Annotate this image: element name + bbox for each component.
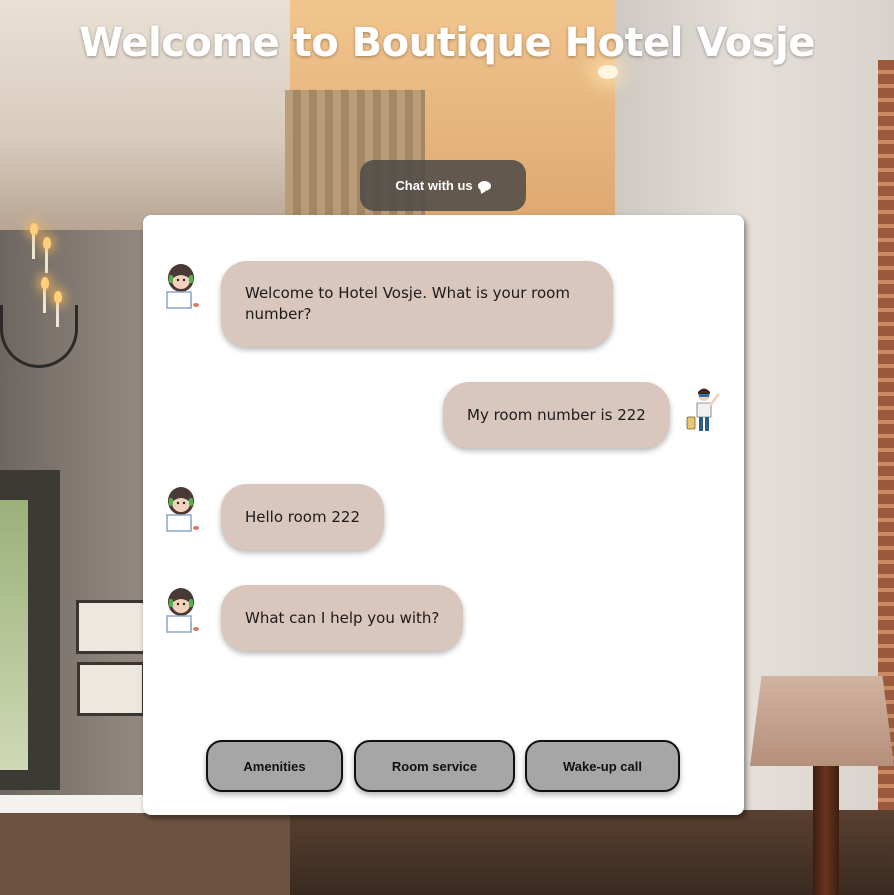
page-title: Welcome to Boutique Hotel Vosje xyxy=(79,20,815,66)
receptionist-avatar-icon xyxy=(163,483,203,535)
bot-message-text: Hello room 222 xyxy=(221,484,384,550)
amenities-button[interactable]: Amenities xyxy=(206,740,343,792)
user-message-text: My room number is 222 xyxy=(443,382,670,448)
traveler-avatar-icon xyxy=(684,383,724,435)
bot-message: Hello room 222 xyxy=(221,484,384,550)
bot-message: Welcome to Hotel Vosje. What is your roo… xyxy=(221,261,613,347)
quick-replies: Amenities Room service Wake-up call xyxy=(143,740,744,795)
bot-message-text: What can I help you with? xyxy=(221,585,464,651)
room-service-button[interactable]: Room service xyxy=(354,740,515,792)
bot-message-text: Welcome to Hotel Vosje. What is your roo… xyxy=(221,261,613,347)
speech-bubble-icon xyxy=(477,180,491,191)
receptionist-avatar-icon xyxy=(163,260,203,312)
chat-panel: Welcome to Hotel Vosje. What is your roo… xyxy=(143,215,744,815)
wake-up-call-button[interactable]: Wake-up call xyxy=(525,740,680,792)
chat-with-us-button[interactable]: Chat with us xyxy=(360,160,526,211)
user-message: My room number is 222 xyxy=(443,382,670,448)
bot-message: What can I help you with? xyxy=(221,585,464,651)
receptionist-avatar-icon xyxy=(163,584,203,636)
chat-with-us-label: Chat with us xyxy=(395,178,473,193)
